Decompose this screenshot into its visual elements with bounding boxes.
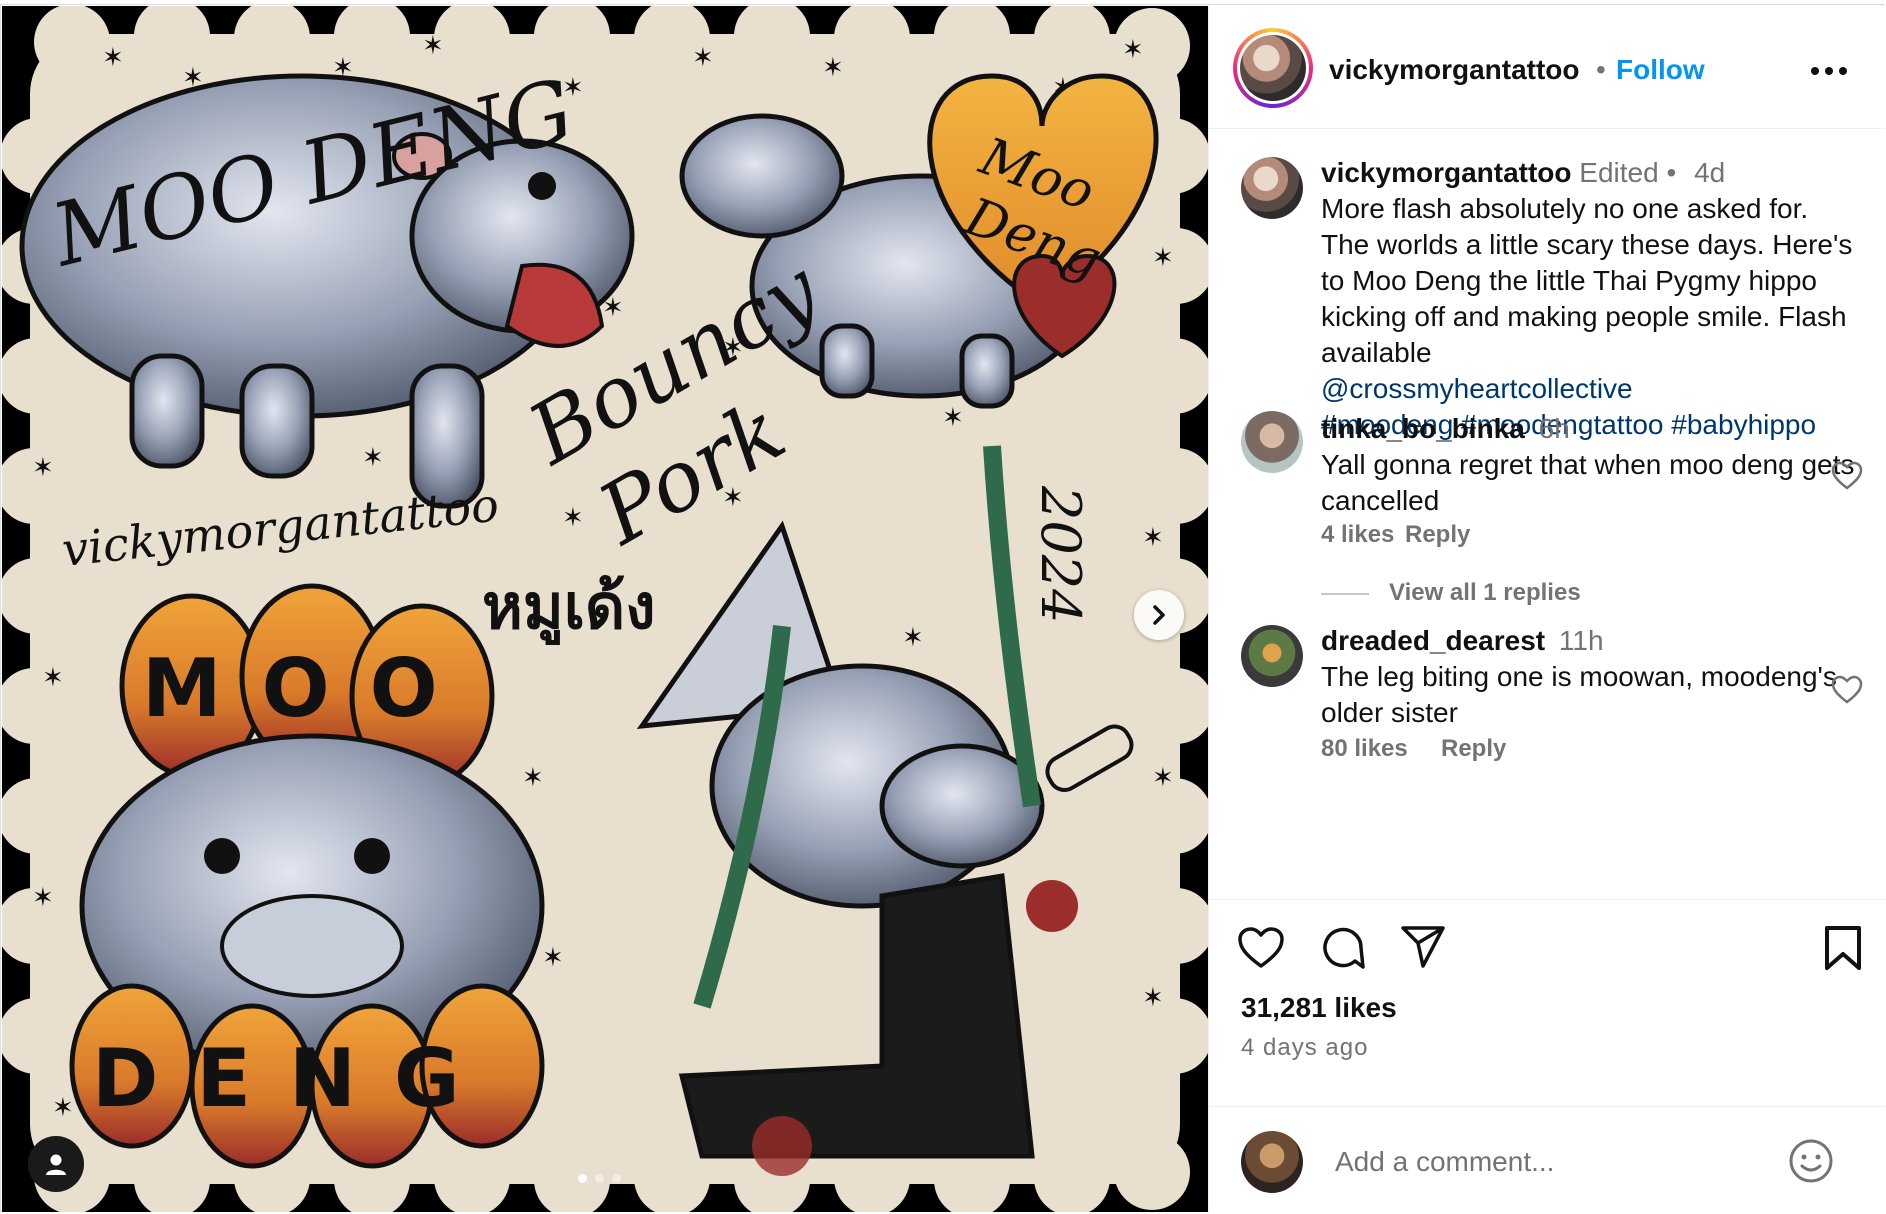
caption: vickymorgantattoo Edited • 4d More flash… [1321,155,1861,443]
carousel-indicator [578,1174,621,1183]
heart-icon[interactable] [1237,926,1285,970]
more-icon [1811,67,1847,75]
post-image[interactable]: ✶✶✶ ✶✶✶ ✶✶✶ ✶✶✶ ✶✶✶ ✶✶✶ ✶✶✶ ✶✶✶ ✶✶✶ ✶✶✶ … [2,6,1208,1212]
comment-likes[interactable]: 4 likes [1321,521,1394,549]
caption-time[interactable]: 4d [1694,157,1725,188]
comment: dreaded_dearest 11h The leg biting one i… [1321,623,1861,731]
user-tag-icon [46,1154,66,1175]
likes-count[interactable]: 31,281 likes [1241,992,1397,1024]
comment-text: The leg biting one is moowan, moodeng's … [1321,661,1837,728]
view-replies-button[interactable]: View all 1 replies [1389,579,1581,607]
svg-text:✶: ✶ [362,443,384,473]
smile-icon[interactable] [1787,1137,1835,1185]
caption-username[interactable]: vickymorgantattoo [1321,157,1572,188]
reply-button[interactable]: Reply [1405,521,1470,549]
post-actions: 31,281 likes 4 days ago [1209,899,1885,1213]
svg-text:✶: ✶ [52,1093,74,1123]
edited-label: Edited [1579,157,1659,188]
comment-username[interactable]: tinka_bo_binka [1321,413,1525,444]
follow-button[interactable]: Follow [1616,54,1705,86]
svg-text:✶: ✶ [1122,35,1144,65]
svg-text:✶: ✶ [1152,763,1174,793]
carousel-dot-active [578,1174,587,1183]
svg-text:DENG: DENG [92,1032,498,1125]
add-comment-bar [1209,1106,1885,1214]
svg-text:✶: ✶ [942,403,964,433]
reply-button[interactable]: Reply [1441,735,1506,763]
current-user-avatar [1241,1131,1303,1193]
svg-text:✶: ✶ [522,763,544,793]
comments-section: vickymorgantattoo Edited • 4d More flash… [1209,129,1885,899]
carousel-dot [595,1174,604,1183]
replies-divider [1321,593,1369,595]
svg-text:✶: ✶ [422,31,444,61]
svg-text:MOO: MOO [142,642,478,735]
separator-dot: • [1666,157,1677,188]
share-icon[interactable] [1399,924,1447,970]
post-sidebar: vickymorgantattoo • Follow vickymorganta… [1208,6,1885,1212]
caption-avatar[interactable] [1241,157,1303,219]
bookmark-icon[interactable] [1823,924,1863,972]
svg-text:✶: ✶ [102,43,124,73]
svg-text:✶: ✶ [32,453,54,483]
more-options-button[interactable] [1809,50,1849,80]
svg-text:✶: ✶ [32,883,54,913]
tattoo-flash-artwork: ✶✶✶ ✶✶✶ ✶✶✶ ✶✶✶ ✶✶✶ ✶✶✶ ✶✶✶ ✶✶✶ ✶✶✶ ✶✶✶ … [2,6,1208,1212]
tagged-users-button[interactable] [28,1136,84,1192]
svg-text:✶: ✶ [822,53,844,83]
separator-dot: • [1596,54,1606,85]
comment-like-icon[interactable] [1831,461,1863,491]
post-date[interactable]: 4 days ago [1241,1034,1368,1062]
comment: tinka_bo_binka 6h Yall gonna regret that… [1321,411,1861,519]
comment-like-icon[interactable] [1831,675,1863,705]
comment-input[interactable] [1333,1141,1777,1183]
hippo-face-lettering: MOO DENG [69,583,545,1169]
comment-text: Yall gonna regret that when moo deng get… [1321,449,1855,516]
author-avatar[interactable] [1233,28,1313,108]
comment-time[interactable]: 11h [1559,625,1604,656]
svg-text:✶: ✶ [1142,523,1164,553]
comment-avatar[interactable] [1241,625,1303,687]
author-username[interactable]: vickymorgantattoo [1329,54,1580,86]
caption-mention[interactable]: @crossmyheartcollective [1321,373,1633,404]
comment-time[interactable]: 6h [1539,413,1570,444]
next-image-button[interactable] [1134,590,1184,640]
svg-text:✶: ✶ [692,43,714,73]
year-text: 2024 [1029,485,1092,623]
comment-username[interactable]: dreaded_dearest [1321,625,1545,656]
svg-text:✶: ✶ [562,503,584,533]
post-header: vickymorgantattoo • Follow [1209,6,1885,129]
chevron-right-icon [1153,605,1165,625]
svg-text:✶: ✶ [42,663,64,693]
svg-text:✶: ✶ [1152,243,1174,273]
comment-icon[interactable] [1319,924,1367,972]
comment-likes[interactable]: 80 likes [1321,735,1408,763]
svg-text:✶: ✶ [542,943,564,973]
svg-text:✶: ✶ [1142,983,1164,1013]
thai-text: หมูเด้ง [482,570,655,645]
comment-avatar[interactable] [1241,411,1303,473]
svg-text:✶: ✶ [902,623,924,653]
carousel-dot [612,1174,621,1183]
caption-text: More flash absolutely no one asked for. … [1321,193,1853,368]
